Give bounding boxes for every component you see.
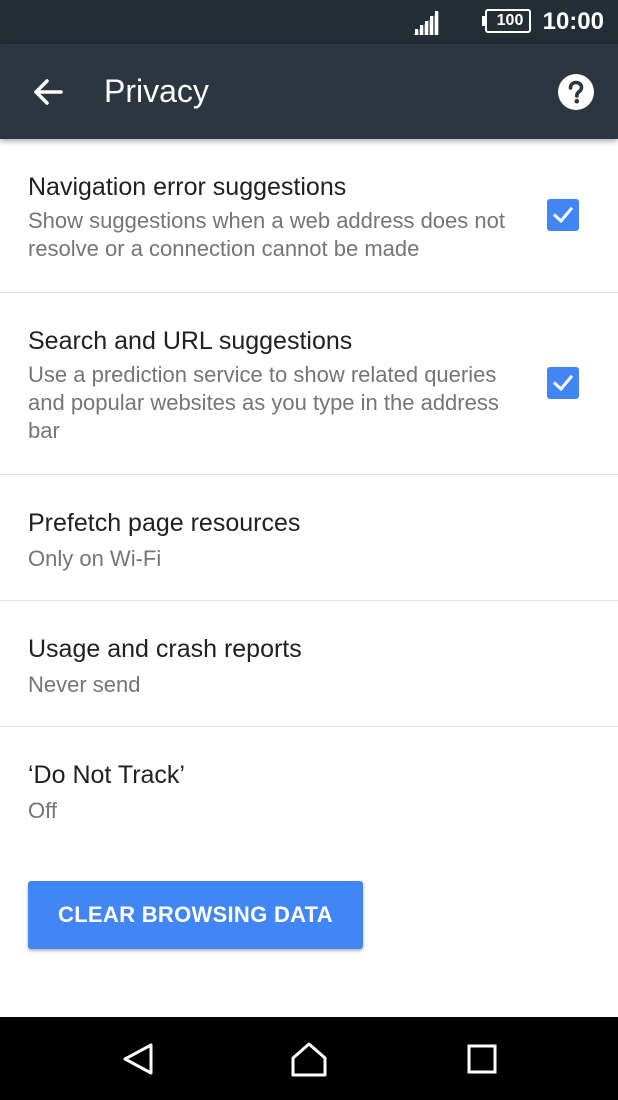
setting-usage-crash-reports[interactable]: Usage and crash reports Never send: [0, 601, 618, 727]
checkmark-icon: [552, 206, 574, 224]
setting-summary: Use a prediction service to show related…: [28, 362, 499, 443]
home-icon: [291, 1042, 327, 1077]
square-recents-icon: [467, 1044, 497, 1074]
settings-list: Navigation error suggestions Show sugges…: [0, 139, 618, 837]
setting-summary: Never send: [28, 672, 141, 697]
help-button[interactable]: [557, 73, 595, 111]
setting-summary: Show suggestions when a web address does…: [28, 208, 505, 261]
page-title: Privacy: [104, 73, 209, 109]
back-button[interactable]: [28, 72, 68, 112]
navigation-error-checkbox[interactable]: [547, 199, 579, 231]
status-clock: 10:00: [542, 8, 604, 35]
setting-title: Navigation error suggestions: [28, 173, 347, 201]
battery-icon: 100: [482, 9, 532, 33]
triangle-back-icon: [123, 1043, 153, 1075]
arrow-left-icon: [34, 79, 63, 105]
setting-prefetch-page-resources[interactable]: Prefetch page resources Only on Wi-Fi: [0, 475, 618, 601]
setting-summary: Only on Wi-Fi: [28, 546, 162, 571]
system-nav-bar: [0, 1017, 618, 1100]
setting-title: Usage and crash reports: [28, 635, 302, 663]
setting-search-url-suggestions[interactable]: Search and URL suggestions Use a predict…: [0, 293, 618, 475]
nav-recents-button[interactable]: [462, 1039, 502, 1079]
nav-back-button[interactable]: [119, 1039, 159, 1079]
setting-summary: Off: [28, 798, 57, 823]
battery-level: 100: [496, 12, 524, 29]
setting-do-not-track[interactable]: ‘Do Not Track’ Off: [0, 727, 618, 837]
help-circle-icon: [558, 74, 594, 110]
setting-title: ‘Do Not Track’: [28, 761, 185, 789]
search-url-checkbox[interactable]: [547, 367, 579, 399]
checkmark-icon: [552, 374, 574, 392]
app-bar: Privacy: [0, 44, 618, 139]
setting-title: Search and URL suggestions: [28, 327, 353, 355]
clear-browsing-data-button[interactable]: CLEAR BROWSING DATA: [28, 881, 363, 949]
nav-home-button[interactable]: [289, 1039, 329, 1079]
setting-navigation-error-suggestions[interactable]: Navigation error suggestions Show sugges…: [0, 139, 618, 293]
signal-icon: [413, 11, 439, 35]
status-bar: 100 10:00: [0, 0, 618, 44]
setting-title: Prefetch page resources: [28, 509, 301, 537]
